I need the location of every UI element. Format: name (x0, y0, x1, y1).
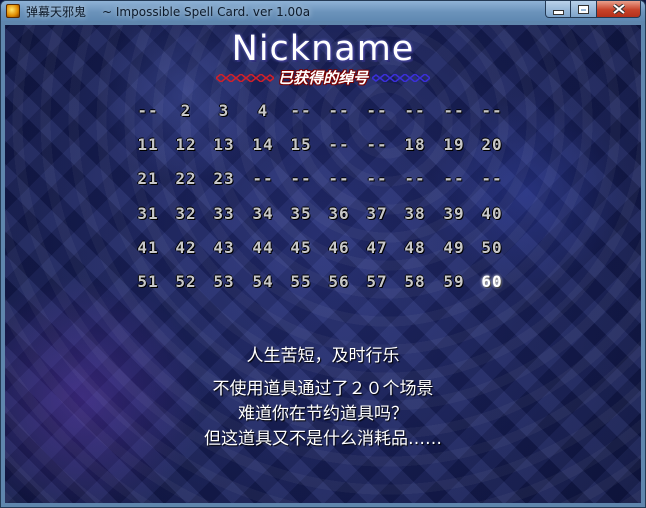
nickname-cell[interactable]: -- (436, 169, 472, 188)
nickname-cell[interactable]: 41 (130, 238, 166, 257)
nickname-cell[interactable]: 57 (359, 272, 395, 291)
nickname-cell[interactable]: 12 (168, 135, 204, 154)
game-screen: Nickname 已获得的绰号 -- 2 3 4 -- -- -- -- -- … (5, 25, 641, 503)
description-line: 不使用道具通过了２０个场景 (212, 379, 434, 399)
page-title: Nickname (231, 29, 415, 69)
nickname-cell[interactable]: 52 (168, 272, 204, 291)
nickname-cell[interactable]: 51 (130, 272, 166, 291)
nickname-cell[interactable]: 37 (359, 204, 395, 223)
nickname-cell[interactable]: 48 (397, 238, 433, 257)
nickname-cell[interactable]: 39 (436, 204, 472, 223)
page-subtitle: 已获得的绰号 (277, 69, 368, 87)
window-title-text: ~ Impossible Spell Card. ver 1.00a (102, 4, 311, 19)
app-icon[interactable] (6, 4, 20, 18)
nickname-cell[interactable]: -- (130, 101, 166, 120)
nickname-cell[interactable]: 59 (436, 272, 472, 291)
nickname-cell[interactable]: 20 (474, 135, 510, 154)
subtitle-row: 已获得的绰号 (5, 69, 641, 87)
minimize-icon (552, 9, 564, 15)
nickname-cell[interactable]: -- (359, 169, 395, 188)
maximize-icon (578, 4, 589, 14)
nickname-cell[interactable]: 15 (283, 135, 319, 154)
nickname-cell[interactable]: 13 (206, 135, 242, 154)
nickname-cell[interactable]: 31 (130, 204, 166, 223)
nickname-cell[interactable]: -- (474, 169, 510, 188)
nickname-cell[interactable]: 36 (321, 204, 357, 223)
nickname-cell[interactable]: 40 (474, 204, 510, 223)
nickname-cell[interactable]: 2 (168, 101, 204, 120)
nickname-heading: Nickname 已获得的绰号 (5, 29, 641, 87)
close-icon (612, 4, 625, 14)
nickname-cell[interactable]: 23 (206, 169, 242, 188)
nickname-cell[interactable]: 49 (436, 238, 472, 257)
left-ornament-icon (215, 74, 274, 82)
nickname-cell[interactable]: 45 (283, 238, 319, 257)
nickname-cell[interactable]: 53 (206, 272, 242, 291)
nickname-motto: 人生苦短，及时行乐 (246, 346, 400, 366)
nickname-cell[interactable]: -- (321, 135, 357, 154)
nickname-cell[interactable]: -- (283, 101, 319, 120)
nickname-cell[interactable]: 50 (474, 238, 510, 257)
window-title: 弹幕天邪鬼 ~ Impossible Spell Card. ver 1.00a (26, 3, 310, 20)
nickname-cell[interactable]: 4 (245, 101, 281, 120)
description-line: 难道你在节约道具吗？ (238, 404, 408, 424)
nickname-cell[interactable]: 56 (321, 272, 357, 291)
nickname-cell[interactable]: -- (321, 101, 357, 120)
nickname-cell[interactable]: 14 (245, 135, 281, 154)
nickname-cell[interactable]: 44 (245, 238, 281, 257)
nickname-cell[interactable]: -- (436, 101, 472, 120)
nickname-cell[interactable]: -- (397, 101, 433, 120)
close-button[interactable] (597, 1, 641, 18)
window-controls (545, 1, 641, 18)
nickname-cell[interactable]: 55 (283, 272, 319, 291)
game-window: 弹幕天邪鬼 ~ Impossible Spell Card. ver 1.00a … (0, 0, 646, 508)
nickname-cell[interactable]: 21 (130, 169, 166, 188)
nickname-cell[interactable]: 18 (397, 135, 433, 154)
nickname-cell[interactable]: 58 (397, 272, 433, 291)
nickname-cell[interactable]: 19 (436, 135, 472, 154)
title-bar[interactable]: 弹幕天邪鬼 ~ Impossible Spell Card. ver 1.00a (1, 1, 645, 21)
nickname-cell[interactable]: 22 (168, 169, 204, 188)
nickname-cell[interactable]: 47 (359, 238, 395, 257)
minimize-button[interactable] (545, 1, 571, 18)
window-app-name: 弹幕天邪鬼 (26, 4, 87, 19)
right-ornament-icon (372, 74, 430, 82)
nickname-cell[interactable]: 60 (474, 272, 510, 291)
nickname-cell[interactable]: -- (397, 169, 433, 188)
nickname-cell[interactable]: 34 (245, 204, 281, 223)
nickname-cell[interactable]: 11 (130, 135, 166, 154)
nickname-cell[interactable]: 3 (206, 101, 242, 120)
nickname-cell[interactable]: -- (359, 101, 395, 120)
nickname-cell[interactable]: 46 (321, 238, 357, 257)
nickname-cell[interactable]: 42 (168, 238, 204, 257)
nickname-cell[interactable]: 38 (397, 204, 433, 223)
nickname-cell[interactable]: -- (245, 169, 281, 188)
nickname-cell[interactable]: 35 (283, 204, 319, 223)
nickname-cell[interactable]: 33 (206, 204, 242, 223)
nickname-cell[interactable]: -- (474, 101, 510, 120)
nickname-cell[interactable]: 43 (206, 238, 242, 257)
nickname-cell[interactable]: 32 (168, 204, 204, 223)
nickname-cell[interactable]: -- (321, 169, 357, 188)
nickname-cell[interactable]: 54 (245, 272, 281, 291)
maximize-button[interactable] (571, 1, 597, 18)
nickname-cell[interactable]: -- (359, 135, 395, 154)
description-line: 但这道具又不是什么消耗品…… (204, 429, 442, 449)
nickname-cell[interactable]: -- (283, 169, 319, 188)
